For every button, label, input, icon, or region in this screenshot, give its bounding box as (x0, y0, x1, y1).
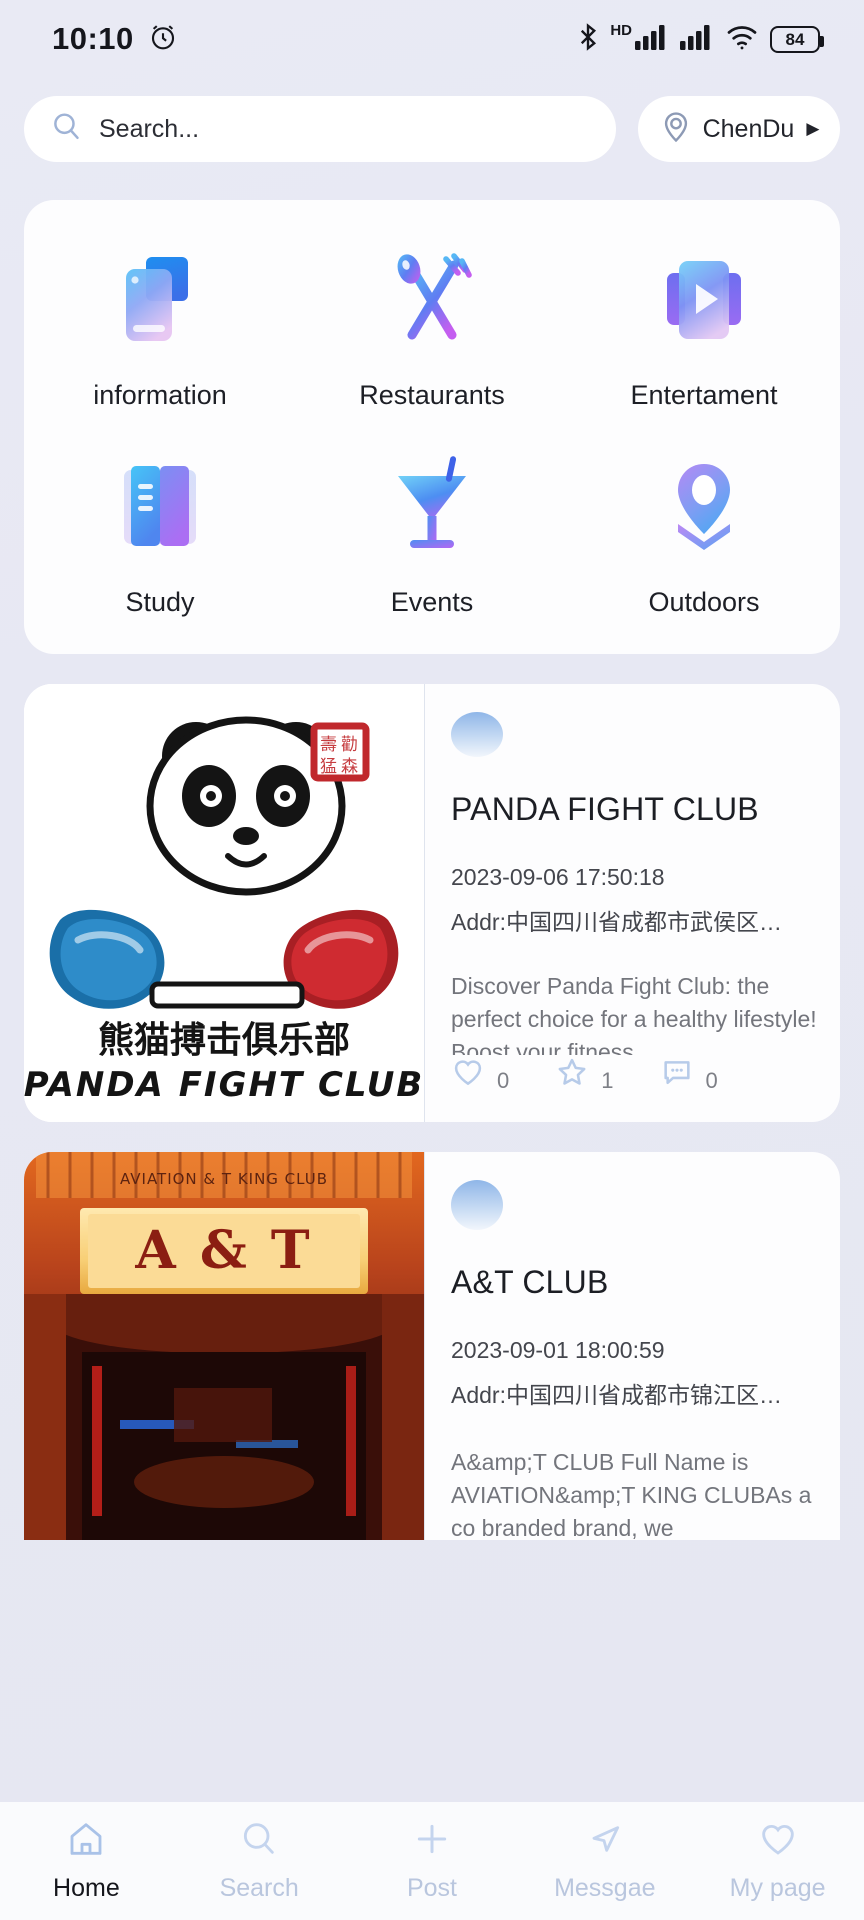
like-button[interactable]: 0 (451, 1055, 509, 1094)
search-icon (239, 1819, 279, 1864)
comment-count: 0 (705, 1068, 718, 1093)
category-row-1: information Restaurants Entertament (24, 240, 840, 411)
svg-text:猛: 猛 (320, 757, 337, 777)
search-placeholder: Search... (99, 114, 200, 143)
feed-card-address: Addr:中国四川省成都市锦江区… (451, 1381, 782, 1408)
feed-card-body: PANDA FIGHT CLUB 2023-09-06 17:50:18 Add… (424, 684, 840, 1122)
alarm-icon (148, 22, 178, 57)
nav-label: Post (406, 1874, 457, 1902)
like-count: 0 (497, 1068, 510, 1093)
nav-label: Search (219, 1874, 299, 1902)
category-label: Restaurants (359, 380, 505, 410)
feed-card-body: A&T CLUB 2023-09-01 18:00:59 Addr:中国四川省成… (424, 1152, 840, 1540)
wifi-icon (725, 24, 759, 55)
nav-item-post[interactable]: Post (346, 1819, 519, 1903)
bottom-navigation: Home Search Post Messgae My page (0, 1802, 864, 1920)
feed-card-date: 2023-09-01 18:00:59 (451, 1336, 665, 1363)
search-input[interactable]: Search... (24, 96, 616, 162)
app-screen: 10:10 HD 84 Search... ChenDu ▶ informati… (0, 0, 864, 1920)
video-play-icon (645, 240, 763, 358)
category-label: Events (390, 587, 474, 617)
category-item-restaurants[interactable]: Restaurants (296, 240, 568, 411)
feed-card-image[interactable]: 壽勸 猛森 熊猫搏击俱乐部 PANDA FIGHT CLUB (24, 684, 424, 1122)
svg-text:壽: 壽 (320, 735, 337, 755)
location-label: ChenDu (702, 114, 795, 143)
category-grid: information Restaurants Entertament Stud… (24, 200, 840, 654)
location-target-icon (659, 110, 693, 149)
feed-card-stats: 0 1 0 (451, 1055, 818, 1094)
feed-image-sign-top: AVIATION & T KING CLUB (120, 1170, 328, 1188)
nav-label: Messgae (554, 1874, 656, 1902)
nav-item-search[interactable]: Search (173, 1819, 346, 1903)
category-item-entertament[interactable]: Entertament (568, 240, 840, 411)
home-icon (66, 1819, 106, 1864)
nav-label: Home (53, 1874, 120, 1902)
category-item-events[interactable]: Events (296, 447, 568, 618)
nav-item-my-page[interactable]: My page (691, 1819, 864, 1903)
star-icon (555, 1055, 589, 1094)
category-label: information (93, 380, 227, 410)
chevron-right-icon: ▶ (806, 119, 820, 138)
heart-icon (451, 1055, 485, 1094)
category-item-information[interactable]: information (24, 240, 296, 411)
news-card-icon (101, 240, 219, 358)
feed-card-date: 2023-09-06 17:50:18 (451, 863, 665, 890)
hd-label: HD (610, 21, 632, 39)
feed-card-description: A&amp;T CLUB Full Name is AVIATION&amp;T… (451, 1449, 812, 1540)
feed-card-at-club[interactable]: AVIATION & T KING CLUB A & T A&T CLUB 20… (24, 1152, 840, 1540)
feed-card-panda-fight-club[interactable]: 壽勸 猛森 熊猫搏击俱乐部 PANDA FIGHT CLUB PANDA FIG… (24, 684, 840, 1122)
category-row-2: Study Events Outdoors (24, 447, 840, 618)
search-icon (50, 110, 83, 148)
category-item-outdoors[interactable]: Outdoors (568, 447, 840, 618)
status-bar-right: HD 84 (577, 21, 824, 57)
feed-card-image[interactable]: AVIATION & T KING CLUB A & T (24, 1152, 424, 1540)
nav-label: My page (729, 1874, 826, 1902)
status-time: 10:10 (52, 21, 134, 56)
feed-card-title: A&T CLUB (451, 1263, 609, 1300)
category-label: Outdoors (648, 587, 760, 617)
status-bar: 10:10 HD 84 (0, 0, 864, 78)
status-bar-left: 10:10 (52, 21, 178, 57)
feed-image-caption-en: PANDA FIGHT CLUB (24, 1065, 424, 1105)
search-row: Search... ChenDu ▶ (0, 78, 864, 162)
battery-level: 84 (785, 29, 805, 49)
signal-icon (635, 24, 669, 55)
signal-icon-2 (680, 24, 714, 55)
spoon-fork-icon (373, 240, 491, 358)
bluetooth-icon (577, 22, 599, 57)
feed-card-description: Discover Panda Fight Club: the perfect c… (451, 973, 817, 1055)
category-item-study[interactable]: Study (24, 447, 296, 618)
avatar[interactable] (451, 1180, 503, 1230)
favorite-button[interactable]: 1 (555, 1055, 614, 1094)
cocktail-glass-icon (373, 447, 491, 565)
map-pin-icon (645, 447, 763, 565)
plus-icon (412, 1819, 452, 1864)
feed-image-sign-main: A & T (134, 1220, 312, 1281)
nav-item-home[interactable]: Home (0, 1819, 173, 1903)
comment-button[interactable]: 0 (660, 1055, 718, 1094)
feed-image-caption-cn: 熊猫搏击俱乐部 (98, 1020, 350, 1061)
feed-card-title: PANDA FIGHT CLUB (451, 790, 759, 827)
battery-indicator: 84 (770, 25, 824, 53)
feed-card-address: Addr:中国四川省成都市武侯区… (451, 908, 782, 933)
nav-item-message[interactable]: Messgae (518, 1819, 691, 1903)
send-paper-plane-icon (585, 1819, 625, 1864)
svg-text:森: 森 (341, 757, 358, 777)
category-label: Study (125, 587, 195, 617)
comment-bubble-icon (660, 1055, 694, 1094)
location-selector[interactable]: ChenDu ▶ (638, 96, 840, 162)
svg-text:勸: 勸 (341, 735, 358, 755)
category-label: Entertament (630, 380, 778, 410)
heart-icon (758, 1819, 798, 1864)
book-icon (101, 447, 219, 565)
favorite-count: 1 (601, 1068, 614, 1093)
avatar[interactable] (451, 712, 503, 757)
